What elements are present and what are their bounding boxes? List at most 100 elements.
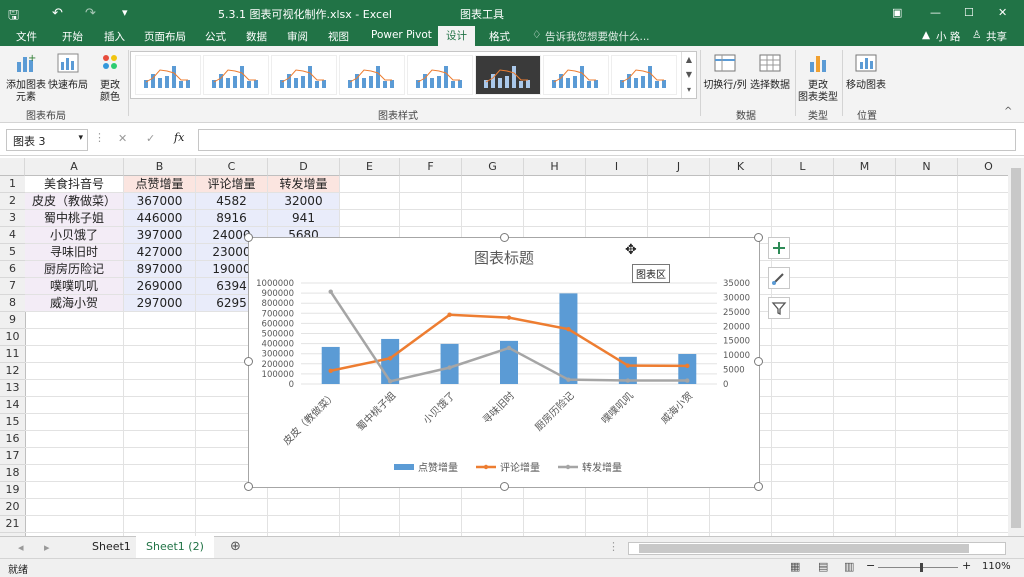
table-cell[interactable]: 8916 bbox=[196, 210, 268, 227]
cell[interactable] bbox=[400, 210, 462, 227]
cell[interactable] bbox=[710, 193, 772, 210]
cell[interactable] bbox=[958, 380, 1008, 397]
cell[interactable] bbox=[958, 346, 1008, 363]
cell[interactable] bbox=[25, 380, 124, 397]
page-break-view-icon[interactable]: ▥ bbox=[844, 560, 854, 573]
cell[interactable] bbox=[834, 176, 896, 193]
row-header[interactable]: 20 bbox=[0, 499, 26, 516]
cell[interactable] bbox=[958, 244, 1008, 261]
cell[interactable] bbox=[896, 499, 958, 516]
cell[interactable] bbox=[772, 431, 834, 448]
cell[interactable] bbox=[648, 176, 710, 193]
row-header[interactable]: 6 bbox=[0, 261, 26, 278]
cell[interactable] bbox=[958, 414, 1008, 431]
resize-handle[interactable] bbox=[754, 233, 763, 242]
cell[interactable] bbox=[958, 176, 1008, 193]
cell[interactable] bbox=[896, 244, 958, 261]
cell[interactable] bbox=[268, 499, 340, 516]
cell[interactable] bbox=[958, 516, 1008, 533]
cell[interactable] bbox=[196, 499, 268, 516]
cell[interactable] bbox=[124, 431, 196, 448]
undo-icon[interactable]: ↶ bbox=[52, 6, 63, 21]
chart-style-thumb[interactable] bbox=[271, 55, 337, 95]
cell[interactable] bbox=[834, 278, 896, 295]
save-icon[interactable]: 🖫 bbox=[8, 6, 19, 28]
table-cell[interactable]: 941 bbox=[268, 210, 340, 227]
cell[interactable] bbox=[25, 516, 124, 533]
cell[interactable] bbox=[834, 482, 896, 499]
cell[interactable] bbox=[124, 397, 196, 414]
cell[interactable] bbox=[772, 397, 834, 414]
cell[interactable] bbox=[710, 210, 772, 227]
cell[interactable] bbox=[834, 346, 896, 363]
table-header-cell[interactable]: 评论增量 bbox=[196, 176, 268, 193]
chart-style-thumb[interactable] bbox=[135, 55, 201, 95]
table-cell[interactable]: 皮皮（教做菜） bbox=[25, 193, 124, 210]
name-box[interactable]: 图表 3 ▾ bbox=[6, 129, 88, 151]
cell[interactable] bbox=[958, 210, 1008, 227]
cell[interactable] bbox=[772, 176, 834, 193]
cell[interactable] bbox=[25, 431, 124, 448]
cell[interactable] bbox=[958, 193, 1008, 210]
cell[interactable] bbox=[124, 414, 196, 431]
column-header[interactable]: J bbox=[648, 158, 710, 176]
gallery-scroll[interactable]: ▲ ▼ ▾ bbox=[681, 52, 696, 98]
cell[interactable] bbox=[124, 516, 196, 533]
zoom-slider-thumb[interactable] bbox=[920, 563, 923, 572]
cell[interactable] bbox=[896, 397, 958, 414]
row-header[interactable]: 16 bbox=[0, 431, 26, 448]
row-header[interactable]: 18 bbox=[0, 465, 26, 482]
cell[interactable] bbox=[268, 516, 340, 533]
table-cell[interactable]: 297000 bbox=[124, 295, 196, 312]
cell[interactable] bbox=[772, 210, 834, 227]
tab-formulas[interactable]: 公式 bbox=[205, 29, 226, 44]
table-cell[interactable]: 269000 bbox=[124, 278, 196, 295]
tab-insert[interactable]: 插入 bbox=[104, 29, 125, 44]
cell[interactable] bbox=[834, 295, 896, 312]
table-cell[interactable]: 4582 bbox=[196, 193, 268, 210]
cell[interactable] bbox=[896, 329, 958, 346]
enter-icon[interactable]: ✓ bbox=[146, 132, 155, 145]
tab-page-layout[interactable]: 页面布局 bbox=[144, 29, 186, 44]
cell[interactable] bbox=[586, 516, 648, 533]
tab-design[interactable]: 设计 bbox=[438, 26, 475, 46]
column-header[interactable]: G bbox=[462, 158, 524, 176]
chart-style-thumb[interactable] bbox=[543, 55, 609, 95]
share-button[interactable]: 共享 bbox=[986, 29, 1007, 44]
table-header-cell[interactable]: 美食抖音号 bbox=[25, 176, 124, 193]
column-header[interactable]: D bbox=[268, 158, 340, 176]
cell[interactable] bbox=[896, 210, 958, 227]
next-sheet-icon[interactable]: ▸ bbox=[44, 541, 50, 554]
cell[interactable] bbox=[124, 499, 196, 516]
column-header[interactable]: B bbox=[124, 158, 196, 176]
cell[interactable] bbox=[524, 193, 586, 210]
cell[interactable] bbox=[124, 380, 196, 397]
tab-format[interactable]: 格式 bbox=[489, 29, 510, 44]
cell[interactable] bbox=[25, 312, 124, 329]
cell[interactable] bbox=[772, 499, 834, 516]
select-all-corner[interactable] bbox=[0, 158, 25, 176]
resize-handle[interactable] bbox=[500, 482, 509, 491]
cell[interactable] bbox=[958, 482, 1008, 499]
column-header[interactable]: K bbox=[710, 158, 772, 176]
cell[interactable] bbox=[834, 363, 896, 380]
row-header[interactable]: 5 bbox=[0, 244, 26, 261]
cell[interactable] bbox=[834, 448, 896, 465]
table-cell[interactable]: 寻味旧时 bbox=[25, 244, 124, 261]
cell[interactable] bbox=[524, 210, 586, 227]
cell[interactable] bbox=[340, 193, 400, 210]
cell[interactable] bbox=[958, 329, 1008, 346]
cell[interactable] bbox=[648, 516, 710, 533]
cell[interactable] bbox=[958, 499, 1008, 516]
page-layout-view-icon[interactable]: ▤ bbox=[818, 560, 828, 573]
tab-split-icon[interactable]: ⋮ bbox=[608, 540, 619, 553]
cell[interactable] bbox=[958, 431, 1008, 448]
cell[interactable] bbox=[896, 516, 958, 533]
cell[interactable] bbox=[124, 448, 196, 465]
table-cell[interactable]: 噗噗叽叽 bbox=[25, 278, 124, 295]
cell[interactable] bbox=[896, 312, 958, 329]
cell[interactable] bbox=[462, 193, 524, 210]
row-header[interactable]: 15 bbox=[0, 414, 26, 431]
table-cell[interactable]: 397000 bbox=[124, 227, 196, 244]
cell[interactable] bbox=[896, 193, 958, 210]
